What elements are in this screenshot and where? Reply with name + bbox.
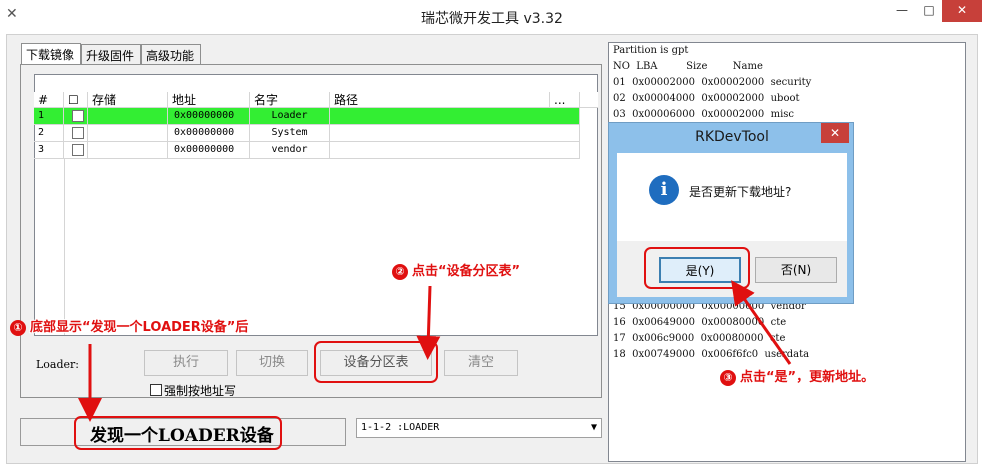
annotation-step3: ③ 点击“是”，更新地址。 <box>720 366 874 386</box>
annotation-step1: ① 底部显示“发现一个LOADER设备”后 <box>10 316 248 336</box>
arrow-step2 <box>416 285 441 360</box>
arrow-step3 <box>731 280 792 365</box>
annotation-arrows <box>78 280 792 422</box>
annotation-step2: ② 点击“设备分区表” <box>392 260 520 280</box>
